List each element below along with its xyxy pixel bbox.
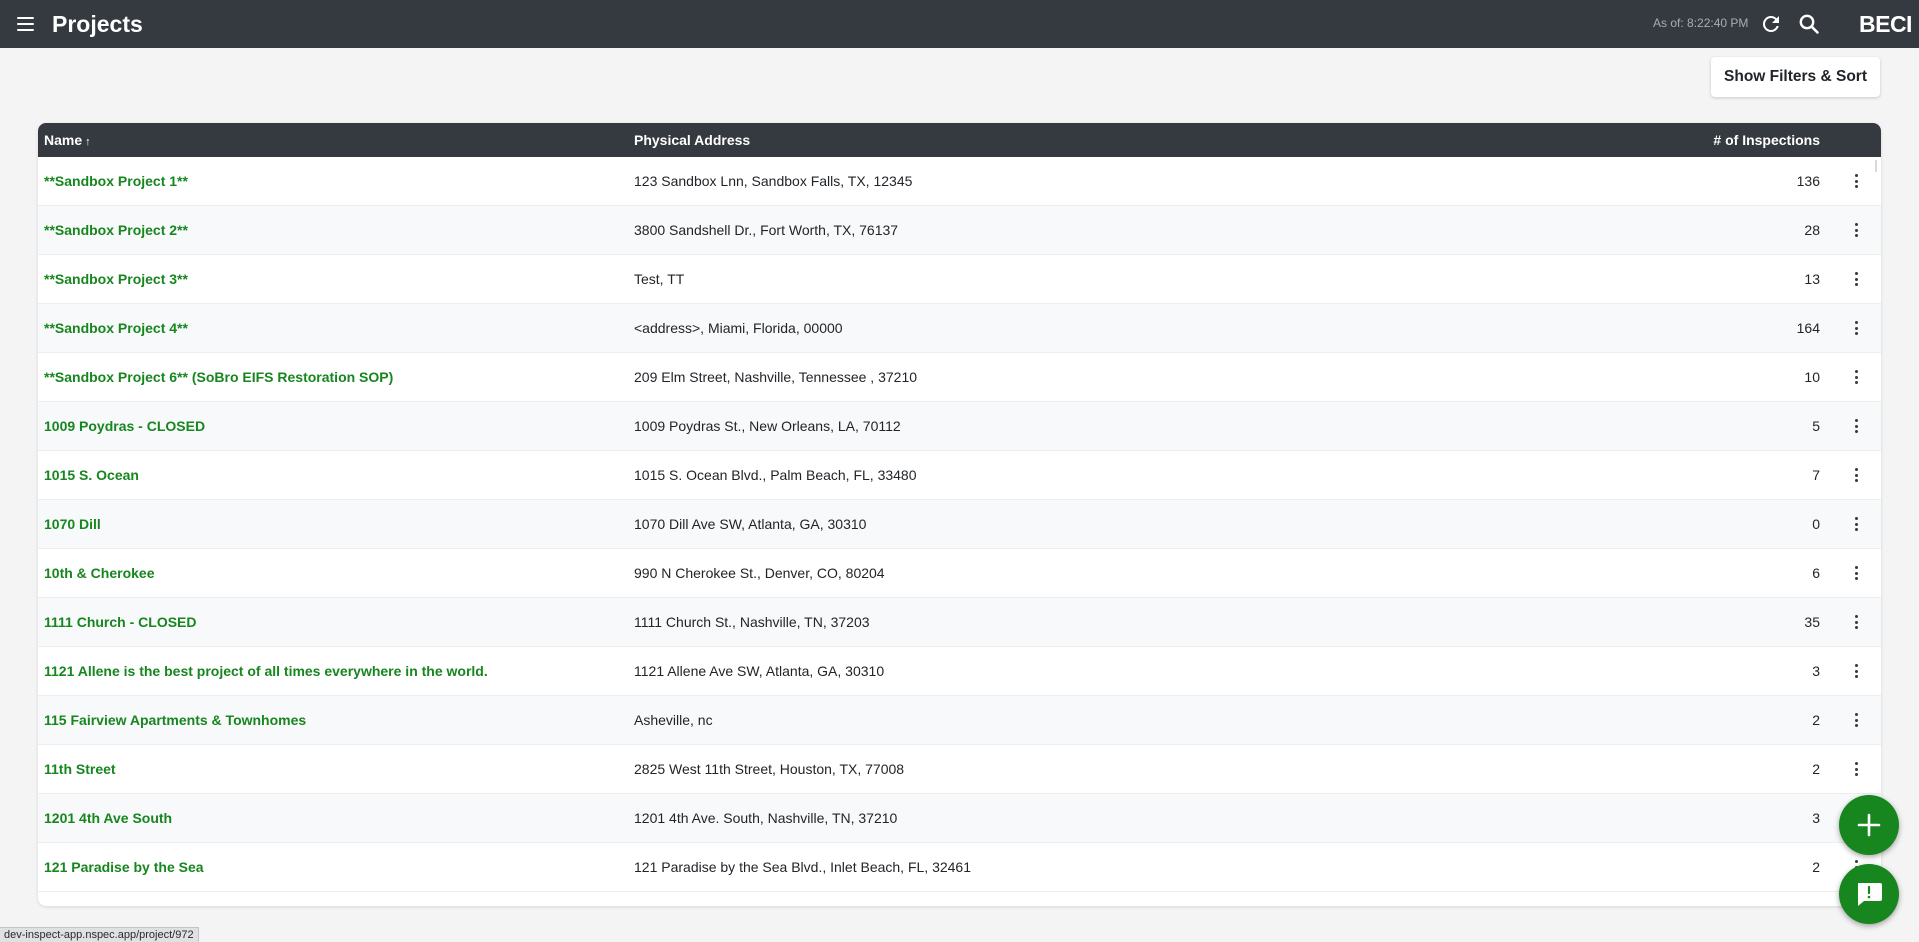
refresh-icon[interactable]	[1759, 12, 1783, 36]
chat-feedback-icon	[1858, 883, 1882, 906]
project-address: 1070 Dill Ave SW, Atlanta, GA, 30310	[634, 516, 867, 532]
more-vertical-icon[interactable]	[1844, 512, 1868, 536]
project-name-link[interactable]: **Sandbox Project 3**	[44, 271, 188, 287]
inspection-count: 136	[1796, 173, 1820, 189]
project-name-link[interactable]: 11th Street	[44, 761, 116, 777]
column-header-address: Physical Address	[634, 132, 751, 148]
table-row: 1015 S. Ocean 1015 S. Ocean Blvd., Palm B…	[38, 451, 1881, 500]
project-name-link[interactable]: 1121 Allene is the best project of all t…	[44, 663, 488, 679]
top-app-bar: Projects As of: 8:22:40 PM BECI	[0, 0, 1919, 48]
inspection-count: 3	[1812, 663, 1820, 679]
inspection-count: 7	[1812, 467, 1820, 483]
more-vertical-icon[interactable]	[1844, 659, 1868, 683]
inspection-count: 35	[1804, 614, 1820, 630]
inspection-count: 28	[1804, 222, 1820, 238]
project-address: 1121 Allene Ave SW, Atlanta, GA, 30310	[634, 663, 885, 679]
plus-icon	[1857, 813, 1881, 837]
more-vertical-icon[interactable]	[1844, 414, 1868, 438]
table-row: **Sandbox Project 6** (SoBro EIFS Restor…	[38, 353, 1881, 402]
table-row: **Sandbox Project 4** <address>, Miami, F…	[38, 304, 1881, 353]
status-bar-url: dev-inspect-app.nspec.app/project/972	[0, 927, 199, 942]
project-name-link[interactable]: 1201 4th Ave South	[44, 810, 172, 826]
project-name-link[interactable]: 115 Fairview Apartments & Townhomes	[44, 712, 306, 728]
table-row: 1121 Allene is the best project of all t…	[38, 647, 1881, 696]
table-row: 115 Fairview Apartments & Townhomes Ashev…	[38, 696, 1881, 745]
project-address: 2825 West 11th Street, Houston, TX, 7700…	[634, 761, 905, 777]
table-row: 11th Street 2825 West 11th Street, Housto…	[38, 745, 1881, 794]
project-address: 121 Paradise by the Sea Blvd., Inlet Bea…	[634, 859, 971, 875]
project-address: 123 Sandbox Lnn, Sandbox Falls, TX, 1234…	[634, 173, 913, 189]
inspection-count: 2	[1812, 761, 1820, 777]
inspection-count: 6	[1812, 565, 1820, 581]
inspection-count: 5	[1812, 418, 1820, 434]
more-vertical-icon[interactable]	[1844, 610, 1868, 634]
more-vertical-icon[interactable]	[1844, 169, 1868, 193]
more-vertical-icon[interactable]	[1844, 757, 1868, 781]
more-vertical-icon[interactable]	[1844, 267, 1868, 291]
table-row: 10th & Cherokee 990 N Cherokee St., Denve…	[38, 549, 1881, 598]
inspection-count: 2	[1812, 859, 1820, 875]
project-address: Test, TT	[634, 271, 685, 287]
project-name-link[interactable]: **Sandbox Project 2**	[44, 222, 188, 238]
table-row: 1201 4th Ave South 1201 4th Ave. South, N…	[38, 794, 1881, 843]
table-row: 1070 Dill 1070 Dill Ave SW, Atlanta, GA, …	[38, 500, 1881, 549]
project-address: 990 N Cherokee St., Denver, CO, 80204	[634, 565, 885, 581]
project-address: 1009 Poydras St., New Orleans, LA, 70112	[634, 418, 901, 434]
sort-ascending-icon: ↑	[85, 136, 91, 148]
add-project-button[interactable]	[1839, 795, 1899, 855]
inspection-count: 0	[1812, 516, 1820, 532]
scrollbar[interactable]	[1875, 160, 1877, 172]
more-vertical-icon[interactable]	[1844, 708, 1868, 732]
column-header-inspections: # of Inspections	[1713, 132, 1820, 148]
brand-logo: BECI	[1859, 11, 1912, 37]
project-address: 209 Elm Street, Nashville, Tennessee , 3…	[634, 369, 918, 385]
project-address: 1015 S. Ocean Blvd., Palm Beach, FL, 334…	[634, 467, 917, 483]
table-row: **Sandbox Project 3** Test, TT 13	[38, 255, 1881, 304]
more-vertical-icon[interactable]	[1844, 316, 1868, 340]
project-name-link[interactable]: **Sandbox Project 6** (SoBro EIFS Restor…	[44, 369, 393, 385]
search-icon[interactable]	[1797, 12, 1821, 36]
table-row: **Sandbox Project 2** 3800 Sandshell Dr.,…	[38, 206, 1881, 255]
chat-feedback-button[interactable]	[1839, 864, 1899, 924]
column-header-name[interactable]: Name ↑	[44, 132, 91, 148]
project-name-link[interactable]: 1009 Poydras - CLOSED	[44, 418, 205, 434]
inspection-count: 10	[1804, 369, 1820, 385]
inspection-count: 164	[1796, 320, 1820, 336]
table-body: **Sandbox Project 1** 123 Sandbox Lnn, Sa…	[38, 157, 1881, 892]
projects-table: Name ↑ Physical Address # of Inspections …	[38, 123, 1881, 906]
project-address: Asheville, nc	[634, 712, 713, 728]
inspection-count: 2	[1812, 712, 1820, 728]
inspection-count: 13	[1804, 271, 1820, 287]
project-name-link[interactable]: 1015 S. Ocean	[44, 467, 139, 483]
last-updated-timestamp: As of: 8:22:40 PM	[1653, 16, 1749, 30]
table-row: 121 Paradise by the Sea 121 Paradise by t…	[38, 843, 1881, 892]
project-name-link[interactable]: 10th & Cherokee	[44, 565, 154, 581]
table-row: **Sandbox Project 1** 123 Sandbox Lnn, Sa…	[38, 157, 1881, 206]
project-address: 1111 Church St., Nashville, TN, 37203	[634, 614, 870, 630]
table-row: 1111 Church - CLOSED 1111 Church St., Nas…	[38, 598, 1881, 647]
more-vertical-icon[interactable]	[1844, 365, 1868, 389]
project-name-link[interactable]: **Sandbox Project 1**	[44, 173, 188, 189]
project-address: 3800 Sandshell Dr., Fort Worth, TX, 7613…	[634, 222, 899, 238]
more-vertical-icon[interactable]	[1844, 561, 1868, 585]
project-address: 1201 4th Ave. South, Nashville, TN, 3721…	[634, 810, 898, 826]
inspection-count: 3	[1812, 810, 1820, 826]
project-address: <address>, Miami, Florida, 00000	[634, 320, 843, 336]
page-title: Projects	[52, 11, 143, 37]
more-vertical-icon[interactable]	[1844, 463, 1868, 487]
more-vertical-icon[interactable]	[1844, 218, 1868, 242]
table-row: 1009 Poydras - CLOSED 1009 Poydras St., N…	[38, 402, 1881, 451]
project-name-link[interactable]: **Sandbox Project 4**	[44, 320, 188, 336]
project-name-link[interactable]: 1111 Church - CLOSED	[44, 614, 197, 630]
show-filters-sort-button[interactable]: Show Filters & Sort	[1711, 57, 1880, 97]
column-header-name-label: Name	[44, 132, 83, 148]
hamburger-menu-icon[interactable]	[14, 12, 38, 36]
table-header: Name ↑ Physical Address # of Inspections	[38, 123, 1881, 157]
project-name-link[interactable]: 1070 Dill	[44, 516, 101, 532]
project-name-link[interactable]: 121 Paradise by the Sea	[44, 859, 204, 875]
